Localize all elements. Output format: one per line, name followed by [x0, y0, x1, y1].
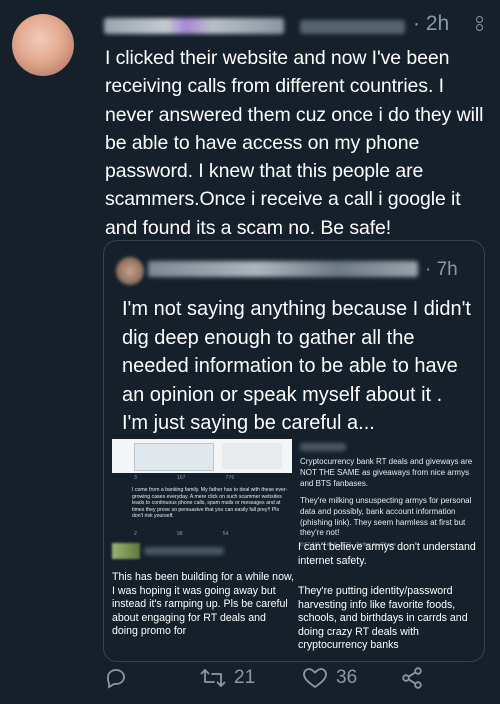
collage-stats-mid: 2 98 54: [134, 531, 284, 539]
quoted-avatar: [116, 257, 144, 285]
collage-avatar-redacted: [112, 543, 140, 559]
collage-name-redacted: [144, 547, 224, 555]
tweet-text: I clicked their website and now I've bee…: [105, 47, 484, 239]
retweet-icon: [200, 669, 226, 687]
share-button[interactable]: [400, 666, 424, 690]
collage-top-right-text-2: They're milking unsuspecting armys for p…: [300, 496, 472, 538]
quoted-timestamp: · 7h: [425, 259, 458, 280]
collage-bottom-right-head-text: I can't believe armys don't understand i…: [298, 541, 476, 567]
retweet-count: 21: [234, 667, 256, 688]
author-name-redacted[interactable]: [104, 18, 284, 34]
collage-panel-bottom-right: They're putting identity/password harves…: [298, 585, 480, 651]
quoted-tweet[interactable]: · 7h I'm not saying anything because I d…: [103, 240, 485, 662]
retweet-button[interactable]: 21: [200, 666, 255, 690]
collage-panel-top-right-2: They're milking unsuspecting armys for p…: [300, 496, 480, 540]
quoted-author-redacted: [148, 261, 418, 277]
collage-author-redacted: [300, 443, 346, 451]
collage-bottom-right-text: They're putting identity/password harves…: [298, 585, 468, 651]
collage-top-right-text: Cryptocurrency bank RT deals and giveway…: [300, 457, 473, 488]
author-handle-redacted[interactable]: [300, 20, 405, 34]
collage-mid-left-text: I come from a banking family. My father …: [132, 487, 288, 520]
collage-panel-top-right: Cryptocurrency bank RT deals and giveway…: [300, 457, 480, 492]
collage-panel-bottom-left: This has been building for a while now, …: [112, 571, 294, 651]
like-count: 54: [222, 531, 229, 537]
collage-panel-mid-left: I come from a banking family. My father …: [132, 487, 288, 527]
share-icon: [402, 667, 422, 689]
tweet-timestamp[interactable]: · 2h: [413, 12, 449, 36]
quoted-text: I'm not saying anything because I didn't…: [122, 298, 471, 434]
image-collage[interactable]: 3 167 776 Cryptocurrency bank RT deals a…: [104, 439, 484, 661]
collage-stats-top: 3 167 776: [134, 475, 284, 485]
retweet-count: 167: [176, 475, 186, 481]
reply-button[interactable]: [104, 666, 128, 690]
collage-bottom-left-text: This has been building for a while now, …: [112, 571, 294, 637]
reply-icon: [107, 669, 125, 689]
heart-icon: [303, 668, 327, 688]
avatar[interactable]: [12, 14, 74, 76]
reply-count: 2: [134, 531, 137, 537]
tweet-actions: 21 36: [104, 666, 484, 696]
embedded-image: [134, 443, 214, 471]
collage-panel-bottom-right-head: I can't believe armys don't understand i…: [298, 541, 480, 571]
like-count: 776: [225, 475, 235, 481]
more-options-icon[interactable]: [474, 16, 486, 38]
retweet-count: 98: [176, 531, 183, 537]
embedded-image: [222, 443, 282, 469]
collage-panel-top-left: [112, 439, 292, 473]
like-button[interactable]: 36: [302, 666, 357, 690]
reply-count: 3: [134, 475, 137, 481]
like-count: 36: [336, 667, 358, 688]
